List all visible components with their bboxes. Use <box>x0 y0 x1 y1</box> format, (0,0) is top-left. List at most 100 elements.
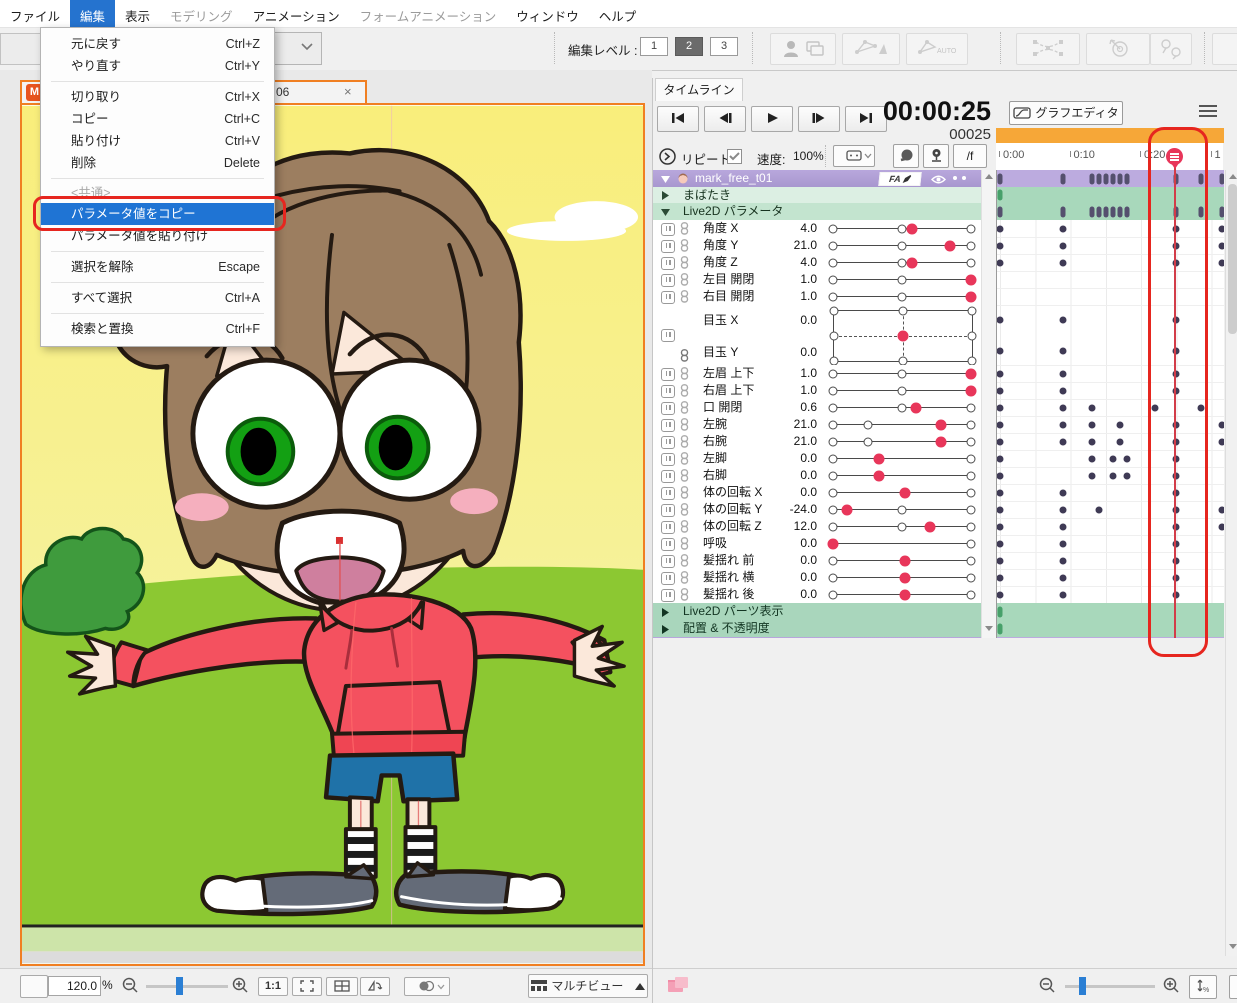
menubar-item[interactable]: ヘルプ <box>589 0 647 30</box>
link-icon-wrap[interactable] <box>680 571 689 588</box>
edit-level-button-1[interactable]: 1 <box>640 37 668 56</box>
link-icon-wrap[interactable] <box>680 328 689 366</box>
link-icon[interactable] <box>680 367 689 380</box>
menubar-item[interactable]: ウィンドウ <box>506 0 589 30</box>
keyframe-dot[interactable] <box>1096 206 1101 217</box>
keyframe-scrollbar[interactable] <box>1225 170 1237 956</box>
slider-value-dot[interactable] <box>935 419 946 430</box>
param-toggle-icon[interactable] <box>661 538 675 551</box>
link-icon[interactable] <box>680 349 689 362</box>
link-icon-wrap[interactable] <box>680 537 689 554</box>
param-slider[interactable] <box>833 271 971 288</box>
param-slider[interactable] <box>833 467 971 484</box>
param-row[interactable]: 口 開閉0.6 <box>653 399 981 417</box>
link-icon[interactable] <box>680 290 689 303</box>
keyframe-area[interactable] <box>996 170 1224 638</box>
link-icon[interactable] <box>680 239 689 252</box>
keyframe-dot[interactable] <box>1088 472 1095 479</box>
menu-item[interactable]: 選択を解除Escape <box>41 256 274 278</box>
link-icon-wrap[interactable] <box>680 256 689 273</box>
scene-folder-icon[interactable] <box>667 976 689 994</box>
menu-item[interactable]: 削除Delete <box>41 152 274 174</box>
scroll-up-icon[interactable] <box>1229 174 1237 179</box>
link-icon[interactable] <box>680 418 689 431</box>
param-row-keyframes[interactable] <box>997 271 1224 289</box>
menu-item[interactable]: すべて選択Ctrl+A <box>41 287 274 309</box>
keyframe-dot[interactable] <box>997 489 1004 496</box>
keyframe-dot[interactable] <box>997 574 1004 581</box>
keyframe-dot[interactable] <box>997 421 1004 428</box>
slider-value-dot[interactable] <box>935 436 946 447</box>
keyframe-dot[interactable] <box>1116 421 1123 428</box>
param-slider[interactable] <box>833 518 971 535</box>
param-row[interactable]: 髪揺れ 後0.0 <box>653 586 981 604</box>
param-row-keyframes[interactable] <box>997 237 1224 255</box>
param-row-keyframes[interactable] <box>997 586 1224 604</box>
param-slider[interactable] <box>833 416 971 433</box>
link-icon-wrap[interactable] <box>680 273 689 290</box>
param-toggle-icon[interactable] <box>661 368 675 381</box>
keyframe-dot[interactable] <box>997 540 1004 547</box>
keyframe-dot[interactable] <box>1060 242 1067 249</box>
link-icon-wrap[interactable] <box>680 554 689 571</box>
keyframe-dot[interactable] <box>1060 438 1067 445</box>
timeline-ruler[interactable]: 0:000:100:201 <box>996 143 1223 170</box>
scroll-down-icon[interactable] <box>1229 944 1237 949</box>
param-row-keyframes[interactable] <box>997 450 1224 468</box>
triangle-right-icon[interactable] <box>662 191 669 200</box>
param-row-keyframes[interactable] <box>997 518 1224 536</box>
param-slider[interactable] <box>833 552 971 569</box>
slider-value-dot[interactable] <box>966 385 977 396</box>
param-toggle-icon[interactable] <box>661 521 675 534</box>
param-row-keyframes[interactable] <box>997 535 1224 553</box>
keyframe-dot[interactable] <box>1109 455 1116 462</box>
pad-value-dot[interactable] <box>898 331 909 342</box>
link-icon[interactable] <box>680 520 689 533</box>
param-row-keyframes[interactable] <box>997 433 1224 451</box>
param-toggle-icon[interactable] <box>661 504 675 517</box>
keyframe-dot[interactable] <box>1088 421 1095 428</box>
slider-value-dot[interactable] <box>945 240 956 251</box>
keyframe-dot[interactable] <box>1117 173 1122 184</box>
menu-item[interactable]: 切り取りCtrl+X <box>41 86 274 108</box>
param-eyeball-pad-keyframes[interactable] <box>997 305 1224 366</box>
param-toggle-icon[interactable] <box>661 589 675 602</box>
param-row-keyframes[interactable] <box>997 365 1224 383</box>
link-icon-wrap[interactable] <box>680 469 689 486</box>
keyframe-dot[interactable] <box>1219 421 1224 428</box>
track-mark-free-t01[interactable]: mark_free_t01FA <box>653 170 981 187</box>
group-0[interactable]: Live2D パーツ表示 <box>653 603 981 620</box>
slider-value-dot[interactable] <box>966 368 977 379</box>
param-row[interactable]: 髪揺れ 横0.0 <box>653 569 981 587</box>
track-background-keyframes[interactable] <box>997 637 1224 638</box>
param-toggle-icon[interactable] <box>661 402 675 415</box>
zoom-out-icon[interactable] <box>1039 977 1057 995</box>
keyframe-dot[interactable] <box>1117 206 1122 217</box>
timeline-tab[interactable]: タイムライン <box>655 78 743 101</box>
link-icon[interactable] <box>680 273 689 286</box>
pin-pair-button[interactable] <box>1150 33 1192 65</box>
panel-menu-icon[interactable] <box>1199 105 1217 119</box>
keyframe-dot[interactable] <box>997 472 1004 479</box>
param-toggle-icon[interactable] <box>661 257 675 270</box>
keyframe-dot[interactable] <box>1110 206 1115 217</box>
keyframe-dot[interactable] <box>997 557 1004 564</box>
triangle-down-icon[interactable] <box>661 176 670 183</box>
group-live2d-parameters-keyframes[interactable] <box>997 203 1224 220</box>
link-icon[interactable] <box>680 588 689 601</box>
keyframe-dot[interactable] <box>1096 173 1101 184</box>
link-icon-wrap[interactable] <box>680 588 689 605</box>
link-icon[interactable] <box>680 222 689 235</box>
slider-value-dot[interactable] <box>828 538 839 549</box>
keyframe-dot[interactable] <box>1220 206 1224 217</box>
menubar-item[interactable]: アニメーション <box>243 0 350 30</box>
group-1-keyframes[interactable] <box>997 620 1224 637</box>
param-toggle-icon[interactable] <box>661 436 675 449</box>
keyframe-dot[interactable] <box>1124 173 1129 184</box>
group-0-keyframes[interactable] <box>997 603 1224 620</box>
menu-item[interactable]: コピーCtrl+C <box>41 108 274 130</box>
param-row[interactable]: 体の回転 X0.0 <box>653 484 981 502</box>
link-icon[interactable] <box>680 435 689 448</box>
skip-start-button[interactable] <box>657 106 699 132</box>
keyframe-dot[interactable] <box>1197 404 1204 411</box>
